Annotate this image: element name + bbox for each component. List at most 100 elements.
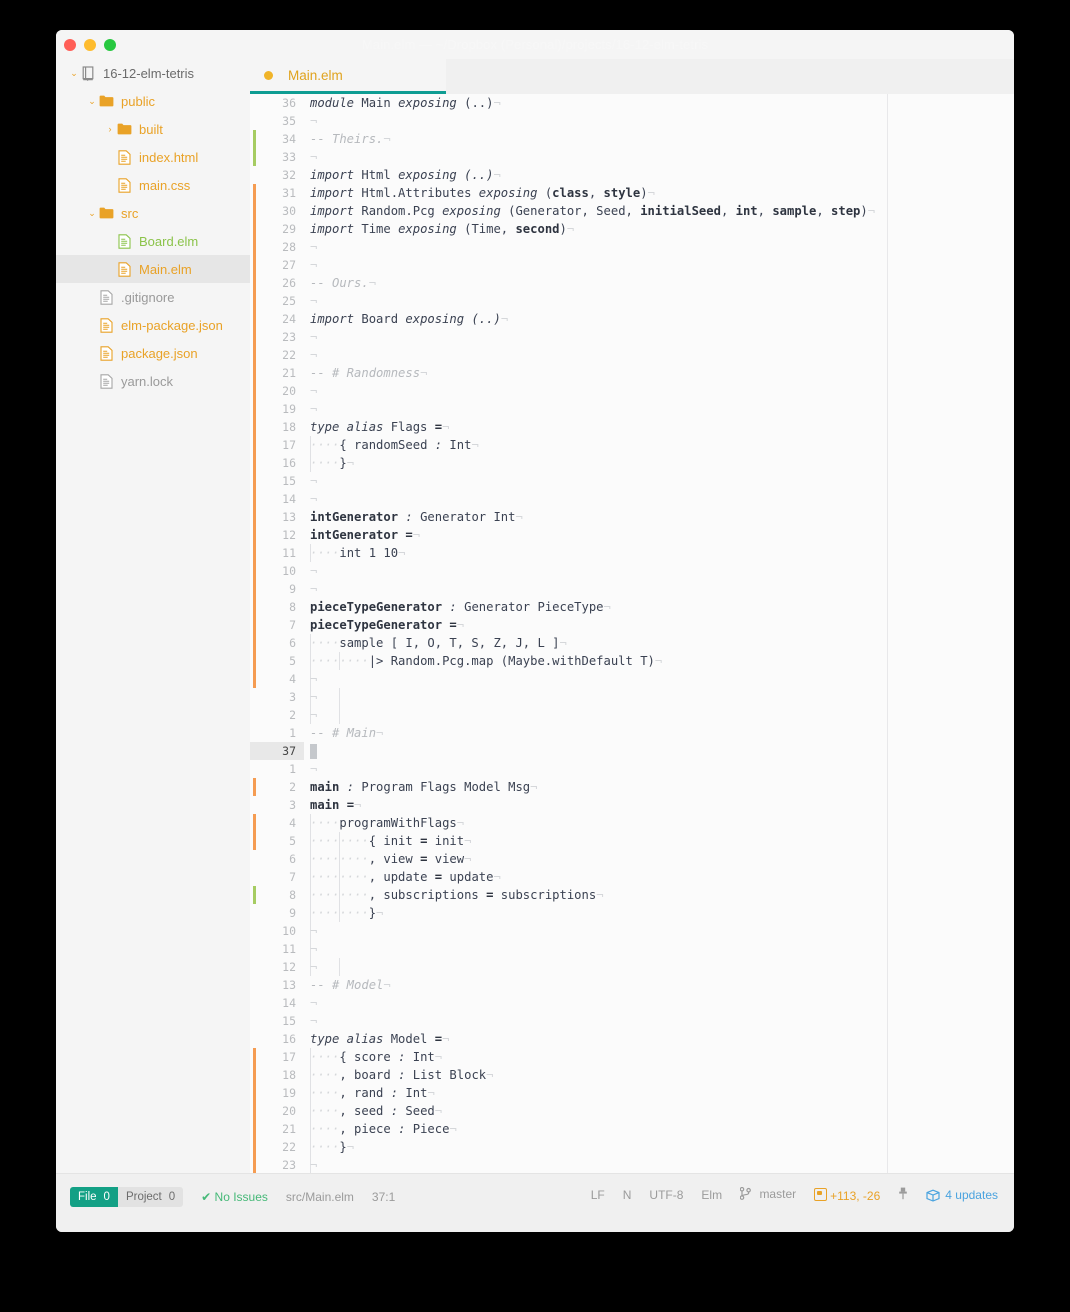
code-line[interactable]: 2 ¬: [250, 706, 1014, 724]
code-line[interactable]: 20 ¬: [250, 382, 1014, 400]
code-line[interactable]: 17 ····{ randomSeed : Int¬: [250, 436, 1014, 454]
code-line[interactable]: 3 ¬: [250, 688, 1014, 706]
git-branch-status[interactable]: master: [739, 1186, 796, 1203]
line-number: 8: [289, 600, 296, 614]
code-line[interactable]: 31 import Html.Attributes exposing (class…: [250, 184, 1014, 202]
chevron-down-icon[interactable]: ⌄: [86, 208, 98, 219]
code-line[interactable]: 32 import Html exposing (..)¬: [250, 166, 1014, 184]
code-line[interactable]: 7 pieceTypeGenerator =¬: [250, 616, 1014, 634]
code-line[interactable]: 1 ¬: [250, 760, 1014, 778]
tree-item-main-css[interactable]: ⌄ main.css: [56, 171, 250, 199]
code-line[interactable]: 16 ····}¬: [250, 454, 1014, 472]
code-line[interactable]: 33 ¬: [250, 148, 1014, 166]
code-line[interactable]: 7 ········, update = update¬: [250, 868, 1014, 886]
code-line[interactable]: 2 main : Program Flags Model Msg¬: [250, 778, 1014, 796]
code-line[interactable]: 8 pieceTypeGenerator : Generator PieceTyp…: [250, 598, 1014, 616]
code-line[interactable]: 14 ¬: [250, 994, 1014, 1012]
code-line[interactable]: 27 ¬: [250, 256, 1014, 274]
code-line[interactable]: 6 ····sample [ I, O, T, S, Z, J, L ]¬: [250, 634, 1014, 652]
code-text: ········, view = view¬: [310, 852, 472, 866]
code-line[interactable]: 14 ¬: [250, 490, 1014, 508]
tree-item-16-12-elm-tetris[interactable]: ⌄ 16-12-elm-tetris: [56, 59, 250, 87]
code-line[interactable]: 8 ········, subscriptions = subscriptions…: [250, 886, 1014, 904]
code-line[interactable]: 25 ¬: [250, 292, 1014, 310]
code-line[interactable]: 9 ········}¬: [250, 904, 1014, 922]
code-line[interactable]: 15 ¬: [250, 472, 1014, 490]
code-line[interactable]: 29 import Time exposing (Time, second)¬: [250, 220, 1014, 238]
code-line[interactable]: 34 -- Theirs.¬: [250, 130, 1014, 148]
code-line[interactable]: 10 ¬: [250, 562, 1014, 580]
code-line[interactable]: 23 ¬: [250, 328, 1014, 346]
code-line[interactable]: 20 ····, seed : Seed¬: [250, 1102, 1014, 1120]
code-line[interactable]: 23 ¬: [250, 1156, 1014, 1174]
cursor-position-status[interactable]: 37:1: [372, 1190, 395, 1204]
chevron-down-icon[interactable]: ⌄: [86, 96, 98, 107]
chevron-down-icon[interactable]: ⌄: [68, 68, 80, 79]
code-line[interactable]: 30 import Random.Pcg exposing (Generator,…: [250, 202, 1014, 220]
code-line[interactable]: 3 main =¬: [250, 796, 1014, 814]
code-line[interactable]: 12 intGenerator =¬: [250, 526, 1014, 544]
code-text: ····programWithFlags¬: [310, 816, 465, 830]
code-line[interactable]: 4 ¬: [250, 670, 1014, 688]
linter-file-count[interactable]: File 0: [70, 1187, 118, 1207]
tab-main-elm[interactable]: Main.elm: [250, 59, 446, 94]
code-line[interactable]: 28 ¬: [250, 238, 1014, 256]
code-text: ¬: [310, 258, 318, 272]
line-number: 31: [282, 186, 296, 200]
code-line[interactable]: 5 ········{ init = init¬: [250, 832, 1014, 850]
file-path-status[interactable]: src/Main.elm: [286, 1190, 354, 1204]
tree-item-elm-package-json[interactable]: ⌄ elm-package.json: [56, 311, 250, 339]
line-number: 2: [289, 708, 296, 722]
code-line[interactable]: 10 ¬: [250, 922, 1014, 940]
code-line[interactable]: 4 ····programWithFlags¬: [250, 814, 1014, 832]
code-line[interactable]: 16 type alias Model =¬: [250, 1030, 1014, 1048]
code-line[interactable]: 15 ¬: [250, 1012, 1014, 1030]
code-line[interactable]: 19 ¬: [250, 400, 1014, 418]
code-line[interactable]: 9 ¬: [250, 580, 1014, 598]
tree-item-yarn-lock[interactable]: ⌄ yarn.lock: [56, 367, 250, 395]
linter-project-count[interactable]: Project 0: [117, 1187, 184, 1207]
code-line[interactable]: 12 ¬: [250, 958, 1014, 976]
code-line-current[interactable]: 37: [250, 742, 1014, 760]
code-line[interactable]: 5 ········|> Random.Pcg.map (Maybe.withDe…: [250, 652, 1014, 670]
tree-item-board-elm[interactable]: ⌄ Board.elm: [56, 227, 250, 255]
tree-item-gitignore[interactable]: ⌄ .gitignore: [56, 283, 250, 311]
code-line[interactable]: 11 ¬: [250, 940, 1014, 958]
tree-item-built[interactable]: › built: [56, 115, 250, 143]
code-line[interactable]: 36 module Main exposing (..)¬: [250, 94, 1014, 112]
tree-item-package-json[interactable]: ⌄ package.json: [56, 339, 250, 367]
code-line[interactable]: 22 ¬: [250, 346, 1014, 364]
git-diff-status[interactable]: +113, -26: [814, 1187, 880, 1203]
updates-status[interactable]: 4 updates: [926, 1188, 998, 1202]
tree-item-index-html[interactable]: ⌄ index.html: [56, 143, 250, 171]
code-line[interactable]: 17 ····{ score : Int¬: [250, 1048, 1014, 1066]
code-line[interactable]: 13 intGenerator : Generator Int¬: [250, 508, 1014, 526]
code-line[interactable]: 35 ¬: [250, 112, 1014, 130]
code-line[interactable]: 22 ····}¬: [250, 1138, 1014, 1156]
pin-status[interactable]: [898, 1187, 908, 1203]
no-issues-status[interactable]: ✔ No Issues: [201, 1190, 268, 1204]
chevron-right-icon[interactable]: ›: [104, 124, 116, 134]
encoding-status[interactable]: UTF-8: [649, 1188, 683, 1202]
code-line[interactable]: 21 ····, piece : Piece¬: [250, 1120, 1014, 1138]
line-number: 18: [282, 420, 296, 434]
code-line[interactable]: 18 ····, board : List Block¬: [250, 1066, 1014, 1084]
line-number: 37: [250, 742, 304, 760]
line-ending-status[interactable]: LF: [591, 1188, 605, 1202]
tree-item-main-elm[interactable]: ⌄ Main.elm: [56, 255, 250, 283]
tree-item-src[interactable]: ⌄ src: [56, 199, 250, 227]
code-line[interactable]: 24 import Board exposing (..)¬: [250, 310, 1014, 328]
code-line[interactable]: 26 -- Ours.¬: [250, 274, 1014, 292]
code-line[interactable]: 18 type alias Flags =¬: [250, 418, 1014, 436]
tree-view[interactable]: ⌄ 16-12-elm-tetris ⌄ public › built ⌄ index.htm…: [56, 59, 250, 1174]
tree-item-public[interactable]: ⌄ public: [56, 87, 250, 115]
code-line[interactable]: 11 ····int 1 10¬: [250, 544, 1014, 562]
code-line[interactable]: 1 -- # Main¬: [250, 724, 1014, 742]
code-area[interactable]: 36 module Main exposing (..)¬ 35 ¬ 34 -- Thei…: [250, 94, 1014, 1174]
indent-status[interactable]: N: [623, 1188, 632, 1202]
code-line[interactable]: 13 -- # Model¬: [250, 976, 1014, 994]
grammar-status[interactable]: Elm: [701, 1188, 722, 1202]
code-line[interactable]: 6 ········, view = view¬: [250, 850, 1014, 868]
code-line[interactable]: 21 -- # Randomness¬: [250, 364, 1014, 382]
code-line[interactable]: 19 ····, rand : Int¬: [250, 1084, 1014, 1102]
